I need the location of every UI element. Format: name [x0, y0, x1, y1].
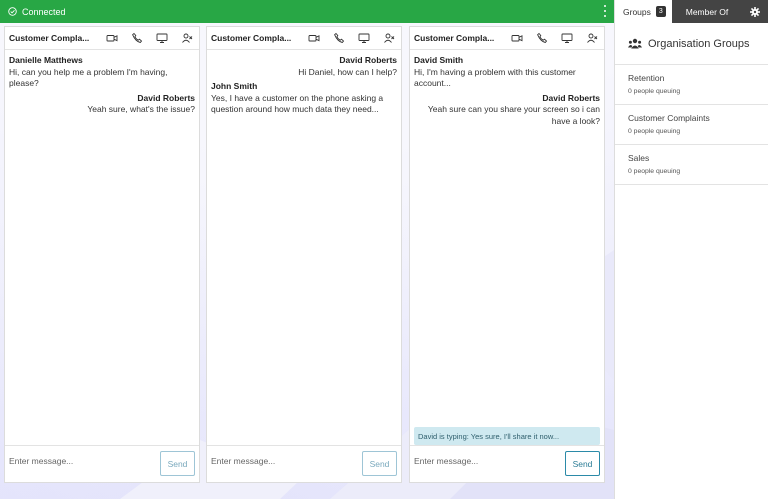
group-name: Retention — [628, 73, 665, 83]
tab-groups-label: Groups — [623, 6, 651, 17]
group-item[interactable]: Retention 0 people queuing — [615, 65, 768, 105]
phone-call-icon[interactable] — [333, 32, 345, 44]
message: David Smith Hi, I'm having a problem wit… — [414, 55, 600, 90]
message-sender: David Roberts — [339, 55, 397, 65]
chat-header: Customer Compla... — [5, 27, 199, 50]
gear-icon — [750, 6, 760, 17]
message-text: Hi, I'm having a problem with this custo… — [414, 66, 576, 89]
group-name: Customer Complaints — [628, 113, 710, 123]
message-list: Danielle Matthews Hi, can you help me a … — [5, 50, 199, 116]
more-options-icon[interactable] — [602, 4, 608, 18]
message: David Roberts Yeah sure can you share yo… — [414, 93, 600, 128]
message-text: Yeah sure can you share your screen so i… — [427, 104, 600, 126]
message: Danielle Matthews Hi, can you help me a … — [9, 55, 195, 90]
panel-tabs: Groups 3 Member Of — [615, 0, 768, 23]
chat-title: Customer Compla... — [414, 33, 495, 43]
chat-title: Customer Compla... — [9, 33, 90, 43]
screen-share-icon[interactable] — [561, 32, 573, 44]
message-list: David Roberts Hi Daniel, how can I help?… — [207, 50, 401, 116]
video-call-icon[interactable] — [511, 32, 523, 44]
check-circle-icon — [8, 7, 17, 16]
connection-label: Connected — [22, 6, 66, 17]
chat-title: Customer Compla... — [211, 33, 292, 43]
chat-window-3: Customer Compla... David Smith Hi, I'm h… — [409, 26, 605, 483]
chat-header: Customer Compla... — [207, 27, 401, 50]
connection-bar: Connected — [0, 0, 614, 23]
group-queue: 0 people queuing — [628, 128, 681, 135]
phone-call-icon[interactable] — [131, 32, 143, 44]
message-sender: Danielle Matthews — [9, 55, 83, 65]
users-icon — [628, 38, 642, 49]
message-composer: Send — [410, 445, 604, 482]
tab-member-of[interactable]: Member Of — [672, 0, 742, 23]
message-sender: David Roberts — [542, 92, 600, 103]
chat-window-1: Customer Compla... Danielle Matthews Hi,… — [4, 26, 200, 483]
panel-title-text: Organisation Groups — [648, 37, 750, 50]
phone-call-icon[interactable] — [536, 32, 548, 44]
groups-panel: Groups 3 Member Of Organisation Groups R… — [614, 0, 768, 499]
send-button[interactable]: Send — [160, 451, 195, 476]
remove-user-icon[interactable] — [586, 32, 598, 44]
video-call-icon[interactable] — [308, 32, 320, 44]
panel-title: Organisation Groups — [615, 23, 768, 65]
message-text: Hi Daniel, how can I help? — [298, 66, 397, 77]
message: David Roberts Hi Daniel, how can I help? — [211, 55, 397, 78]
group-name: Sales — [628, 153, 650, 163]
message-sender: David Smith — [414, 55, 464, 65]
message: David Roberts Yeah sure, what's the issu… — [9, 93, 195, 116]
screen-share-icon[interactable] — [358, 32, 370, 44]
send-button[interactable]: Send — [565, 451, 600, 476]
group-item[interactable]: Customer Complaints 0 people queuing — [615, 105, 768, 145]
message-list: David Smith Hi, I'm having a problem wit… — [410, 50, 604, 127]
remove-user-icon[interactable] — [181, 32, 193, 44]
message-input[interactable] — [9, 454, 149, 468]
message-input[interactable] — [414, 454, 554, 468]
send-button[interactable]: Send — [362, 451, 397, 476]
groups-count-badge: 3 — [655, 6, 666, 17]
message-sender: John Smith — [211, 81, 258, 91]
group-queue: 0 people queuing — [628, 88, 681, 95]
remove-user-icon[interactable] — [383, 32, 395, 44]
message-composer: Send — [5, 445, 199, 482]
group-item[interactable]: Sales 0 people queuing — [615, 145, 768, 185]
message-input[interactable] — [211, 454, 351, 468]
message-text: Yes, I have a customer on the phone aski… — [211, 92, 384, 115]
message-text: Hi, can you help me a problem I'm having… — [9, 66, 168, 89]
screen-share-icon[interactable] — [156, 32, 168, 44]
message-text: Yeah sure, what's the issue? — [87, 104, 195, 114]
video-call-icon[interactable] — [106, 32, 118, 44]
tab-groups[interactable]: Groups 3 — [615, 0, 672, 23]
message: John Smith Yes, I have a customer on the… — [211, 81, 397, 116]
typing-indicator: David is typing: Yes sure, I'll share it… — [414, 427, 600, 445]
message-sender: David Roberts — [137, 92, 195, 103]
chat-header: Customer Compla... — [410, 27, 604, 50]
message-composer: Send — [207, 445, 401, 482]
chat-window-2: Customer Compla... David Roberts Hi Dani… — [206, 26, 402, 483]
group-queue: 0 people queuing — [628, 168, 681, 175]
settings-tab[interactable] — [742, 0, 768, 23]
connection-status: Connected — [8, 7, 66, 17]
